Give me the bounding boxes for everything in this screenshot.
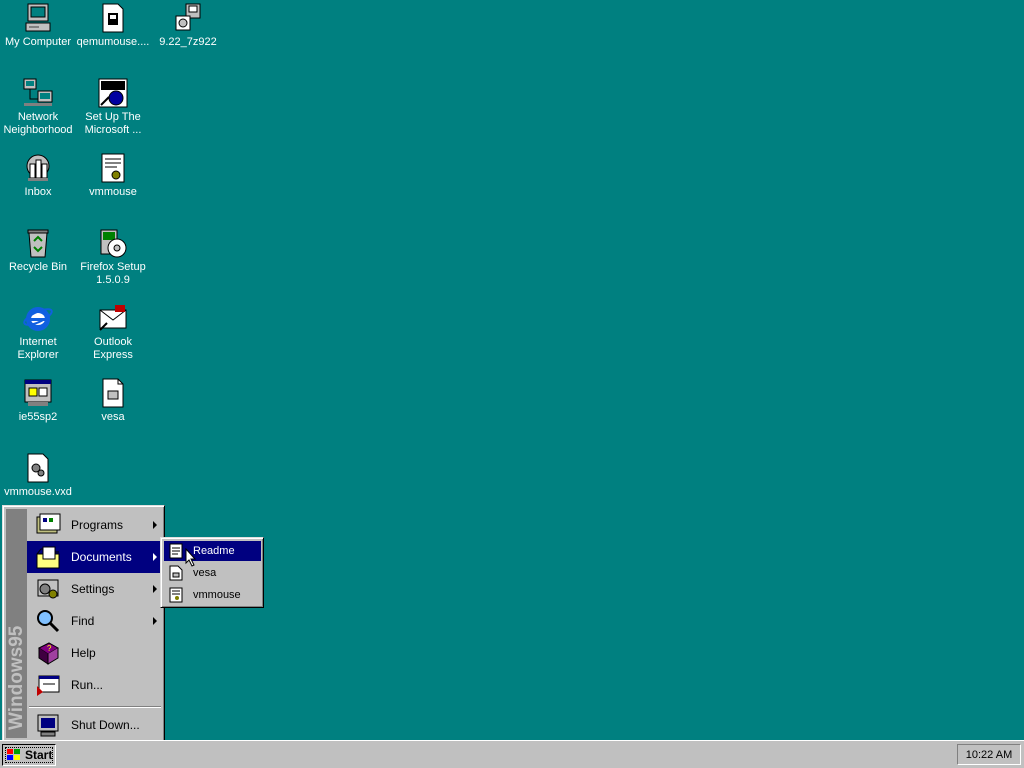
start-menu-documents[interactable]: Documents [27, 541, 162, 573]
submenu-item-label: vesa [193, 567, 217, 579]
start-menu-run[interactable]: Run... [27, 669, 162, 701]
help-icon: ? [38, 642, 59, 665]
windows-logo-icon [7, 749, 20, 760]
vmmouse-icon [101, 153, 125, 183]
menu-item-label: Find [71, 614, 95, 628]
desktop-icon-label: vmmouse.vxd [4, 486, 72, 498]
readme-doc-icon [169, 543, 183, 559]
start-menu-settings[interactable]: Settings [27, 573, 162, 605]
start-menu: Windows95 Programs Documents Settings Fi… [2, 505, 165, 742]
start-button-label: Start [25, 748, 53, 762]
desktop-icon-inbox[interactable]: Inbox [0, 152, 76, 199]
msn-setup-icon [98, 78, 128, 108]
svg-text:?: ? [47, 644, 52, 653]
menu-item-label: Run... [71, 678, 104, 692]
menu-item-label: Documents [71, 550, 132, 564]
submenu-arrow-icon [153, 585, 157, 593]
menu-item-label: Settings [71, 582, 115, 596]
vmmouse-doc-icon [169, 587, 183, 603]
run-icon [37, 675, 60, 696]
my-computer-icon [25, 3, 51, 32]
firefox-setup-icon [100, 229, 127, 258]
svg-text:Windows95: Windows95 [6, 625, 27, 730]
vesa-doc-icon [169, 565, 183, 581]
menu-item-label: Programs [71, 518, 124, 532]
start-menu-find[interactable]: Find [27, 605, 162, 637]
start-button[interactable]: Start [2, 744, 56, 766]
setup-922-icon [175, 3, 201, 31]
system-tray: 10:22 AM [957, 744, 1021, 765]
submenu-arrow-icon [153, 521, 157, 529]
settings-icon [37, 579, 59, 599]
desktop-icon-msn-setup[interactable]: Set Up The Microsoft ... [75, 77, 151, 137]
desktop-icon-922[interactable]: 9.22_7z922 [150, 2, 226, 49]
desktop-icon-label: vmmouse [89, 186, 137, 198]
menu-item-label: Shut Down... [71, 718, 140, 732]
start-menu-programs[interactable]: Programs [27, 509, 162, 541]
windows95-banner-text: Windows95 [6, 625, 27, 730]
desktop-icon-vesa[interactable]: vesa [75, 377, 151, 424]
shut-down-icon [37, 714, 59, 737]
desktop-icon-label: Recycle Bin [8, 261, 68, 273]
documents-submenu-readme[interactable]: Readme [164, 541, 261, 561]
start-menu-help[interactable]: ? Help [27, 637, 162, 669]
desktop-icon-firefox-setup[interactable]: Firefox Setup 1.5.0.9 [75, 227, 151, 287]
documents-icon [36, 546, 60, 569]
desktop-icon-label: My Computer [4, 36, 72, 48]
ie55sp2-icon [24, 379, 52, 406]
desktop-icon-vmmouse-vxd[interactable]: vmmouse.vxd [0, 452, 76, 499]
desktop-icon-label: ie55sp2 [18, 411, 58, 423]
documents-submenu-vesa[interactable]: vesa [164, 563, 261, 583]
desktop-icon-label: Set Up The Microsoft ... [84, 111, 142, 136]
vmmouse-vxd-icon [27, 453, 49, 483]
qemumouse-icon [102, 3, 124, 33]
recycle-bin-icon [27, 229, 49, 258]
find-icon [37, 610, 60, 633]
menu-item-label: Help [71, 646, 96, 660]
vesa-icon [102, 378, 124, 408]
desktop-icon-label: vesa [101, 411, 125, 423]
desktop-icon-label: Network Neighborhood [3, 111, 73, 136]
desktop-icon-label: Firefox Setup 1.5.0.9 [80, 261, 146, 286]
network-neighborhood-icon [23, 78, 53, 106]
internet-explorer-icon [23, 307, 53, 331]
mouse-cursor-icon [185, 548, 197, 567]
documents-submenu-vmmouse[interactable]: vmmouse [164, 585, 261, 605]
desktop-icon-label: 9.22_7z922 [159, 36, 217, 48]
desktop-icon-outlook-express[interactable]: Outlook Express [75, 302, 151, 362]
desktop-icon-network-neighborhood[interactable]: Network Neighborhood [0, 77, 76, 137]
desktop-icon-my-computer[interactable]: My Computer [0, 2, 76, 49]
desktop-icon-internet-explorer[interactable]: Internet Explorer [0, 302, 76, 362]
start-menu-shut-down[interactable]: Shut Down... [27, 709, 162, 741]
start-menu-banner: Windows95 [6, 509, 27, 738]
desktop-icon-label: Inbox [24, 186, 52, 198]
outlook-express-icon [99, 305, 127, 331]
desktop-icon-ie55sp2[interactable]: ie55sp2 [0, 377, 76, 424]
submenu-arrow-icon [153, 553, 157, 561]
desktop-icon-recycle-bin[interactable]: Recycle Bin [0, 227, 76, 274]
taskbar: Start 10:22 AM [0, 740, 1024, 768]
submenu-item-label: Readme [193, 545, 235, 557]
submenu-item-label: vmmouse [193, 589, 241, 601]
desktop-icon-label: Internet Explorer [17, 336, 59, 361]
submenu-arrow-icon [153, 617, 157, 625]
clock[interactable]: 10:22 AM [966, 749, 1012, 761]
menu-separator [29, 706, 161, 708]
programs-icon [36, 513, 61, 534]
desktop-icon-vmmouse[interactable]: vmmouse [75, 152, 151, 199]
documents-submenu: Readme vesa vmmouse [160, 537, 264, 608]
desktop-icon-label: Outlook Express [93, 336, 133, 361]
desktop-icon-qemumouse[interactable]: qemumouse.... [75, 2, 151, 49]
desktop-icon-label: qemumouse.... [76, 36, 150, 48]
inbox-icon [26, 154, 50, 181]
